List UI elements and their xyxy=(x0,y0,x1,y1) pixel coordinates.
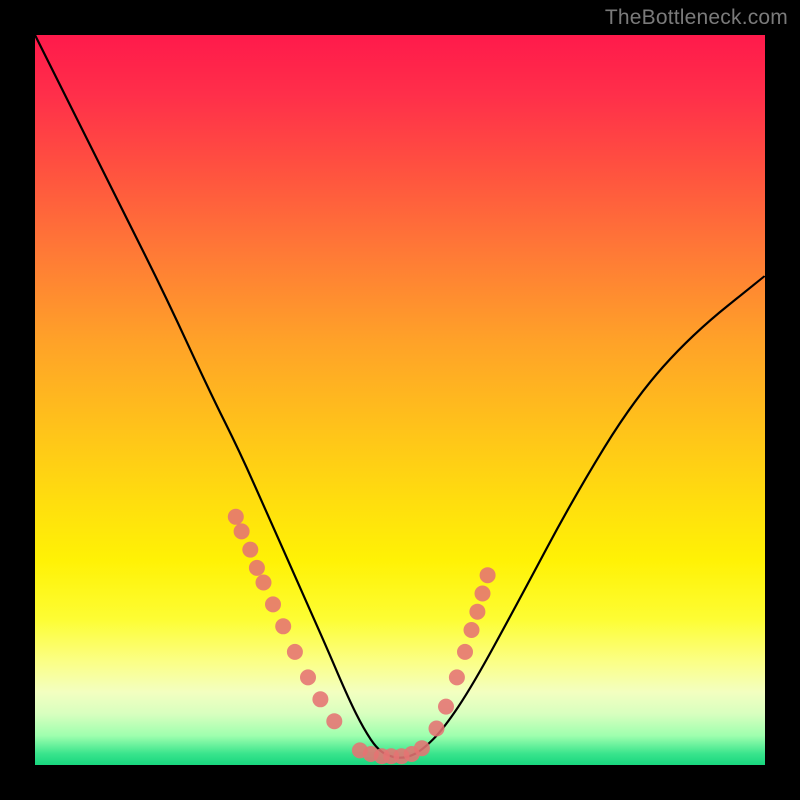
watermark-text: TheBottleneck.com xyxy=(605,6,788,30)
highlight-dot xyxy=(287,644,303,660)
highlight-dot xyxy=(438,699,454,715)
highlight-dot xyxy=(464,622,480,638)
highlight-dot xyxy=(234,523,250,539)
bottleneck-curve xyxy=(35,35,765,758)
highlight-dot xyxy=(429,721,445,737)
highlight-dot xyxy=(449,669,465,685)
highlight-dot xyxy=(249,560,265,576)
chart-frame: TheBottleneck.com xyxy=(0,0,800,800)
highlight-dot xyxy=(475,586,491,602)
chart-svg xyxy=(35,35,765,765)
highlight-dot xyxy=(480,567,496,583)
highlight-dot xyxy=(265,596,281,612)
highlight-dot xyxy=(326,713,342,729)
highlight-dot xyxy=(242,542,258,558)
highlight-dot xyxy=(275,618,291,634)
highlight-dot xyxy=(228,509,244,525)
highlight-dot xyxy=(256,575,272,591)
plot-area xyxy=(35,35,765,765)
highlight-dot xyxy=(457,644,473,660)
highlight-dot xyxy=(300,669,316,685)
highlight-dot xyxy=(414,740,430,756)
highlight-dot xyxy=(469,604,485,620)
highlight-dot xyxy=(312,691,328,707)
